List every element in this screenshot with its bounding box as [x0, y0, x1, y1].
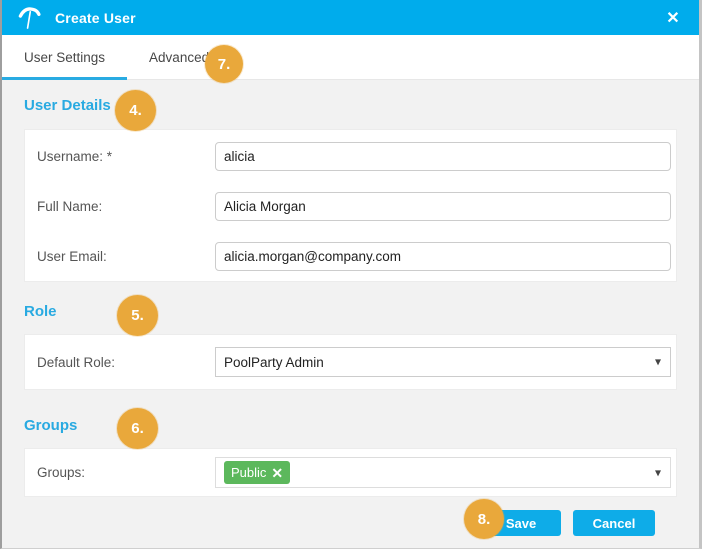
full-name-field[interactable]	[215, 192, 671, 221]
role-panel: Default Role: PoolParty Admin ▾	[24, 334, 677, 390]
create-user-dialog: Create User ✕ User Settings Advanced Use…	[0, 0, 702, 549]
full-name-row: Full Name:	[37, 192, 676, 221]
default-role-selected-value: PoolParty Admin	[224, 354, 324, 370]
step-badge-8: 8.	[464, 499, 504, 539]
user-email-label: User Email:	[37, 249, 107, 264]
dialog-content: User Details Username: * Full Name: User…	[2, 96, 699, 536]
full-name-label: Full Name:	[37, 199, 103, 214]
tab-bar: User Settings Advanced	[2, 35, 699, 80]
user-email-row: User Email:	[37, 242, 676, 271]
step-badge-4: 4.	[115, 90, 156, 131]
default-role-label: Default Role:	[37, 354, 116, 370]
groups-row: Groups: Public ✕ ▾	[37, 457, 676, 488]
chevron-down-icon: ▾	[654, 464, 661, 479]
step-badge-5: 5.	[117, 295, 158, 336]
step-badge-6: 6.	[117, 408, 158, 449]
default-role-select[interactable]: PoolParty Admin ▾	[215, 347, 671, 377]
username-label: Username: *	[37, 149, 113, 164]
dialog-header: Create User ✕	[2, 0, 699, 35]
tab-user-settings[interactable]: User Settings	[2, 35, 127, 80]
default-role-row: Default Role: PoolParty Admin ▾	[37, 347, 676, 377]
groups-label: Groups:	[37, 465, 86, 480]
groups-panel: Groups: Public ✕ ▾	[24, 448, 677, 497]
dialog-title: Create User	[55, 9, 136, 26]
close-icon[interactable]: ✕	[661, 6, 685, 30]
group-tag-public[interactable]: Public ✕	[224, 461, 291, 484]
remove-tag-icon[interactable]: ✕	[271, 466, 283, 480]
chevron-down-icon: ▾	[654, 354, 661, 369]
username-row: Username: *	[37, 142, 676, 171]
groups-multiselect[interactable]: Public ✕ ▾	[215, 457, 671, 488]
dialog-footer: Save Cancel	[24, 510, 677, 536]
poolparty-umbrella-icon	[17, 5, 42, 31]
cancel-button[interactable]: Cancel	[573, 510, 655, 536]
group-tag-label: Public	[231, 465, 267, 480]
user-email-field[interactable]	[215, 242, 671, 271]
username-field[interactable]	[215, 142, 671, 171]
user-details-panel: Username: * Full Name: User Email:	[24, 129, 677, 282]
step-badge-7: 7.	[205, 45, 243, 83]
